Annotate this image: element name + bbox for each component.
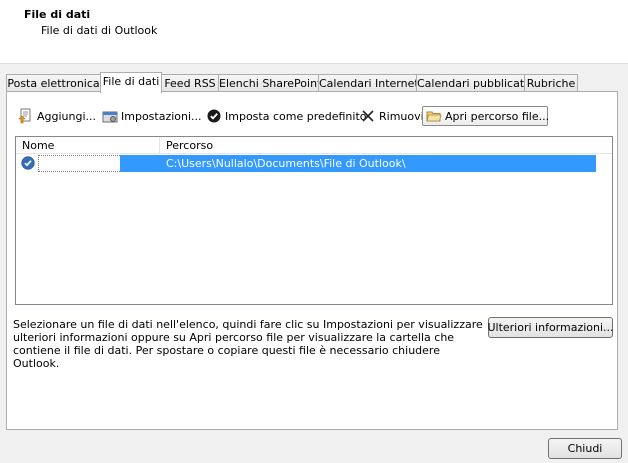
tab-internet-calendars[interactable]: Calendari Internet [318,74,419,92]
data-files-panel: Aggiungi... Impostazioni... Imposta come… [6,91,618,430]
add-button[interactable]: Aggiungi... [15,106,99,126]
tab-data-files[interactable]: File di dati [100,72,162,93]
close-button[interactable]: Chiudi [548,438,622,459]
close-icon [360,108,376,124]
add-label: Aggiungi... [37,109,97,123]
header: File di dati File di dati di Outlook [0,0,628,64]
column-divider[interactable] [159,137,160,154]
set-default-label: Imposta come predefinito [225,109,367,123]
more-info-button[interactable]: Ulteriori informazioni... [487,317,614,338]
settings-icon [102,108,118,124]
tab-sharepoint-lists[interactable]: Elenchi SharePoint [218,74,321,92]
default-checkmark-icon [21,156,35,170]
remove-label: Rimuovi [379,109,424,123]
remove-button[interactable]: Rimuovi [357,106,427,126]
list-header: Nome Percorso [16,137,612,154]
page-title: File di dati [24,8,91,21]
folder-icon [426,108,442,124]
set-default-button[interactable]: Imposta come predefinito [203,106,370,126]
add-file-icon [18,108,34,124]
row-path-cell: C:\Users\Nullalo\Documents\File di Outlo… [166,157,406,170]
tab-rss-feeds[interactable]: Feed RSS [161,74,219,92]
open-file-location-button[interactable]: Apri percorso file... [422,106,550,126]
description-text: Selezionare un file di dati nell'elenco,… [13,318,483,370]
settings-button[interactable]: Impostazioni... [99,106,205,126]
data-files-list[interactable]: Nome Percorso C:\Users\Nullalo\Documents… [15,136,613,305]
tab-published-calendars[interactable]: Calendari pubblicati [416,74,527,92]
tab-email[interactable]: Posta elettronica [6,74,101,92]
row-name-cell [38,155,120,172]
column-header-path[interactable]: Percorso [166,139,213,152]
open-file-location-label: Apri percorso file... [445,109,550,123]
settings-label: Impostazioni... [121,109,202,123]
page-subtitle: File di dati di Outlook [41,24,158,37]
column-header-name[interactable]: Nome [22,139,54,152]
table-row[interactable]: C:\Users\Nullalo\Documents\File di Outlo… [16,155,612,172]
tab-address-books[interactable]: Rubriche [524,74,578,92]
checkmark-circle-icon [206,108,222,124]
